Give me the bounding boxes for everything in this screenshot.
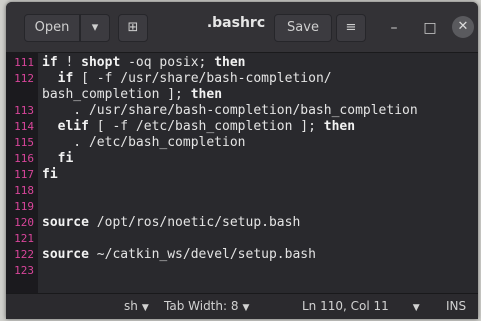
cursor-position-selector[interactable]: Ln 110, Col 11 ▼ (302, 299, 420, 313)
tab-width-selector[interactable]: Tab Width: 8 ▼ (164, 299, 249, 313)
cursor-position-label: Ln 110, Col 11 (302, 299, 389, 313)
language-label: sh (124, 299, 138, 313)
line-number: 114 (14, 120, 34, 133)
language-selector[interactable]: sh ▼ (124, 299, 149, 313)
text-editor[interactable]: 111 112 113 114 115 116 117 118 119 120 121 122 123 … (6, 53, 478, 293)
chevron-down-icon: ▼ (141, 303, 149, 313)
insert-mode-indicator[interactable]: INS (446, 299, 466, 313)
hamburger-icon: ≡ (345, 20, 357, 35)
close-button[interactable]: ✕ (452, 16, 474, 38)
status-bar: sh ▼ Tab Width: 8 ▼ Ln 110, Col 11 ▼ INS (6, 293, 478, 319)
line-number: 121 (14, 232, 34, 245)
code-line: fi (57, 151, 74, 166)
code-line: elif [ -f /etc/bash_completion ]; then (57, 119, 356, 134)
chevron-down-icon: ▾ (91, 20, 99, 35)
gedit-window: Open ▾ ⊞ .bashrc Save ≡ – □ ✕ 111 112 113 1… (6, 2, 478, 319)
line-number: 116 (14, 152, 34, 165)
minimize-icon: – (390, 20, 398, 36)
line-number: 115 (14, 136, 34, 149)
open-menu-button[interactable]: ▾ (80, 14, 110, 42)
hamburger-menu-button[interactable]: ≡ (336, 14, 366, 42)
code-line: if ! shopt -oq posix; then (42, 55, 246, 70)
window-title: .bashrc (206, 15, 266, 31)
line-number: 122 (14, 248, 34, 261)
line-number: 117 (14, 168, 34, 181)
maximize-icon: □ (423, 20, 437, 36)
code-line: bash_completion ]; then (42, 87, 223, 102)
line-number: 123 (14, 264, 34, 277)
open-button[interactable]: Open (24, 14, 80, 42)
tab-width-label: Tab Width: 8 (164, 299, 239, 313)
code-line: source ~/catkin_ws/devel/setup.bash (42, 247, 316, 262)
header-bar: Open ▾ ⊞ .bashrc Save ≡ – □ ✕ (6, 2, 478, 53)
code-line: . /usr/share/bash-completion/bash_comple… (42, 103, 418, 118)
line-number-gutter: 111 112 113 114 115 116 117 118 119 120 121 122 123 (6, 53, 38, 293)
line-number: 119 (14, 200, 34, 213)
code-line: . /etc/bash_completion (42, 135, 246, 150)
code-line: source /opt/ros/noetic/setup.bash (42, 215, 301, 230)
line-number: 113 (14, 104, 34, 117)
new-tab-icon: ⊞ (127, 20, 139, 35)
line-number: 118 (14, 184, 34, 197)
chevron-down-icon: ▼ (242, 303, 250, 313)
new-tab-button[interactable]: ⊞ (118, 14, 148, 42)
line-number: 111 (14, 56, 34, 69)
minimize-button[interactable]: – (382, 16, 406, 40)
chevron-down-icon: ▼ (412, 303, 420, 313)
line-number: 120 (14, 216, 34, 229)
code-line: if [ -f /usr/share/bash-completion/ (57, 71, 332, 86)
close-icon: ✕ (457, 19, 469, 34)
line-number: 112 (14, 72, 34, 85)
save-button[interactable]: Save (274, 14, 332, 42)
code-line: fi (42, 167, 58, 182)
maximize-button[interactable]: □ (418, 16, 442, 40)
